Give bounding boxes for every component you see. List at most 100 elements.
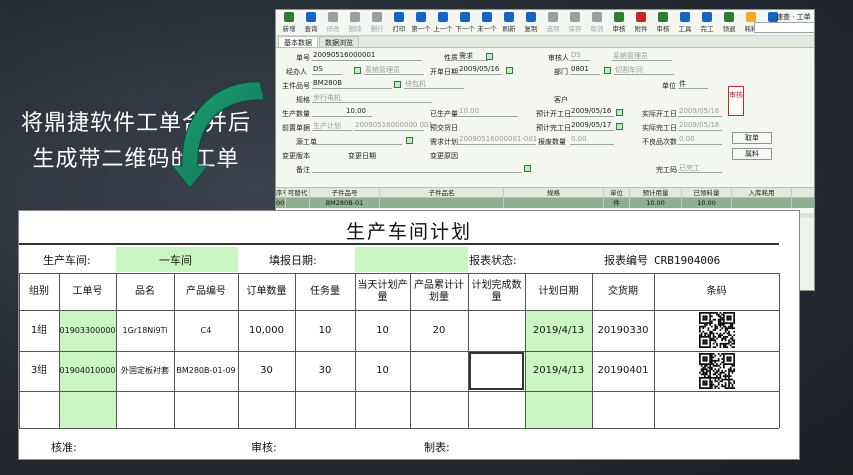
table-header-cell: 计划完成数量 bbox=[471, 279, 522, 303]
toolbar-button-2[interactable]: 修改 bbox=[322, 12, 344, 33]
toolbar-label: 删除 bbox=[348, 25, 362, 33]
toolbar-label: 刷新 bbox=[502, 25, 516, 33]
toolbar-icon bbox=[746, 12, 756, 22]
search-input[interactable] bbox=[754, 22, 814, 33]
dept-field[interactable]: 0801 bbox=[570, 65, 600, 75]
toolbar-button-12[interactable]: 选项 bbox=[542, 12, 564, 33]
actual-end-label: 实际完工日 bbox=[642, 124, 677, 132]
toolbar-label: 保存 bbox=[568, 25, 582, 33]
auditor-field: DS bbox=[570, 51, 590, 61]
plan-end-field[interactable]: 2009/05/17 bbox=[570, 121, 614, 131]
grid-cell[interactable]: 001 bbox=[276, 198, 286, 208]
toolbar-button-17[interactable]: 审核 bbox=[652, 12, 674, 33]
spec-label: 规格 bbox=[296, 96, 310, 104]
toolbar-button-19[interactable]: 完工 bbox=[696, 12, 718, 33]
toolbar-button-10[interactable]: 刷新 bbox=[498, 12, 520, 33]
demand-field: 20090516000001-001 bbox=[458, 135, 538, 145]
toolbar-button-8[interactable]: 下一个 bbox=[454, 12, 476, 33]
table-cell bbox=[468, 310, 525, 351]
toolbar-button-16[interactable]: 附件 bbox=[630, 12, 652, 33]
lookup-icon[interactable] bbox=[486, 53, 493, 60]
grid-cell[interactable] bbox=[380, 198, 504, 208]
edit-icon[interactable] bbox=[524, 165, 531, 172]
toolbar-button-1[interactable]: 查询 bbox=[300, 12, 322, 33]
grid-cell[interactable]: 10.00 bbox=[630, 198, 682, 208]
table-cell: 2019033000000 bbox=[59, 325, 116, 335]
remark-field[interactable] bbox=[312, 163, 522, 173]
order-no-field[interactable]: 20090516000001 bbox=[312, 51, 422, 61]
lookup-icon[interactable] bbox=[604, 67, 611, 74]
grid-header-cell: 预计用量 bbox=[630, 188, 682, 197]
grid-cell[interactable]: BM280B-01 bbox=[310, 198, 380, 208]
material-button[interactable]: 属料 bbox=[732, 148, 772, 160]
table-cell: 1组 bbox=[30, 324, 48, 336]
toolbar-label: 末一个 bbox=[477, 25, 497, 33]
source-field[interactable] bbox=[312, 135, 402, 145]
grid-cell[interactable] bbox=[504, 198, 604, 208]
lookup-icon[interactable] bbox=[394, 81, 401, 88]
toolbar-button-11[interactable]: 复制 bbox=[520, 12, 542, 33]
user-icon[interactable] bbox=[354, 67, 361, 74]
pre-order-field: 20090516000000 001 bbox=[354, 121, 433, 131]
tab-data-browse[interactable]: 数据浏览 bbox=[319, 36, 359, 47]
nature-field[interactable]: 需求 bbox=[458, 51, 488, 61]
scrap-label: 报废数量 bbox=[538, 138, 566, 146]
toolbar-button-20[interactable]: 领退 bbox=[718, 12, 740, 33]
toolbar-button-5[interactable]: 打印 bbox=[388, 12, 410, 33]
toolbar-button-4[interactable]: 删行 bbox=[366, 12, 388, 33]
grid-cell[interactable] bbox=[732, 198, 792, 208]
open-date-label: 开单日期 bbox=[430, 68, 458, 76]
grid-header-cell: 子件品号 bbox=[310, 188, 380, 197]
toolbar-button-6[interactable]: 第一个 bbox=[410, 12, 432, 33]
return-button[interactable]: 取单 bbox=[732, 132, 772, 144]
toolbar-button-7[interactable]: 上一个 bbox=[432, 12, 454, 33]
grid-cell[interactable] bbox=[286, 198, 310, 208]
toolbar-button-13[interactable]: 保存 bbox=[564, 12, 586, 33]
finish-code-field[interactable]: 已完工 bbox=[678, 163, 722, 173]
print-icon[interactable] bbox=[406, 137, 413, 144]
toolbar-button-14[interactable]: 取消 bbox=[586, 12, 608, 33]
toolbar-button-15[interactable]: 审核 bbox=[608, 12, 630, 33]
calendar-icon[interactable] bbox=[616, 123, 623, 130]
fill-date-label: 填报日期: bbox=[269, 254, 317, 267]
qty-field[interactable]: 10.00 bbox=[312, 107, 372, 117]
production-plan-sheet: 生产车间计划 生产车间: 一车间 填报日期: 报表状态: 报表编号 CRB190… bbox=[18, 210, 800, 460]
toolbar-label: 修改 bbox=[326, 25, 340, 33]
pre-order-type[interactable]: 生产计划 bbox=[312, 121, 352, 131]
table-cell: 10 bbox=[376, 365, 389, 376]
toolbar-button-0[interactable]: 新增 bbox=[278, 12, 300, 33]
grid-cell[interactable]: 件 bbox=[604, 198, 630, 208]
toolbar-label: 完工 bbox=[700, 25, 714, 33]
table-cell: 20 bbox=[432, 324, 446, 336]
grid-cell[interactable]: 10.00 bbox=[682, 198, 732, 208]
toolbar-button-18[interactable]: 工具 bbox=[674, 12, 696, 33]
table-header-cell: 交货期 bbox=[608, 285, 638, 297]
toolbar-button-3[interactable]: 删除 bbox=[344, 12, 366, 33]
spec-field: 步行电机 bbox=[312, 93, 432, 103]
toolbar-icon bbox=[680, 12, 690, 22]
table-cell bbox=[468, 351, 525, 391]
report-no-value: CRB1904006 bbox=[654, 254, 721, 267]
tab-basic-data[interactable]: 基本数据 bbox=[278, 36, 318, 47]
defect-label: 不良品次数 bbox=[642, 138, 677, 146]
toolbar-label: 附件 bbox=[634, 25, 648, 33]
row-divider bbox=[19, 391, 779, 392]
grid-row[interactable]: 001BM280B-01件10.0010.00 bbox=[276, 198, 814, 208]
toolbar-button-9[interactable]: 末一个 bbox=[476, 12, 498, 33]
actual-start-field: 2009/05/16 bbox=[678, 107, 722, 117]
workshop-label: 生产车间: bbox=[43, 254, 91, 267]
part-field[interactable]: BM280B bbox=[312, 79, 392, 89]
toolbar-label: 领退 bbox=[722, 25, 736, 33]
handler-field[interactable]: DS bbox=[312, 65, 342, 75]
status-label: 报表状态: bbox=[469, 254, 517, 267]
calendar-icon[interactable] bbox=[616, 109, 623, 116]
toolbar-label: 打印 bbox=[392, 25, 406, 33]
open-date-field[interactable]: 2009/05/16 bbox=[458, 65, 502, 75]
plan-start-field[interactable]: 2009/05/16 bbox=[570, 107, 614, 117]
table-cell: 1Gr18Ni9Ti bbox=[122, 325, 168, 335]
toolbar-label: 第一个 bbox=[411, 25, 431, 33]
row-divider bbox=[19, 428, 779, 429]
change-date-label: 变更日期 bbox=[348, 152, 376, 160]
calendar-icon[interactable] bbox=[506, 67, 513, 74]
title-underline bbox=[19, 243, 779, 245]
